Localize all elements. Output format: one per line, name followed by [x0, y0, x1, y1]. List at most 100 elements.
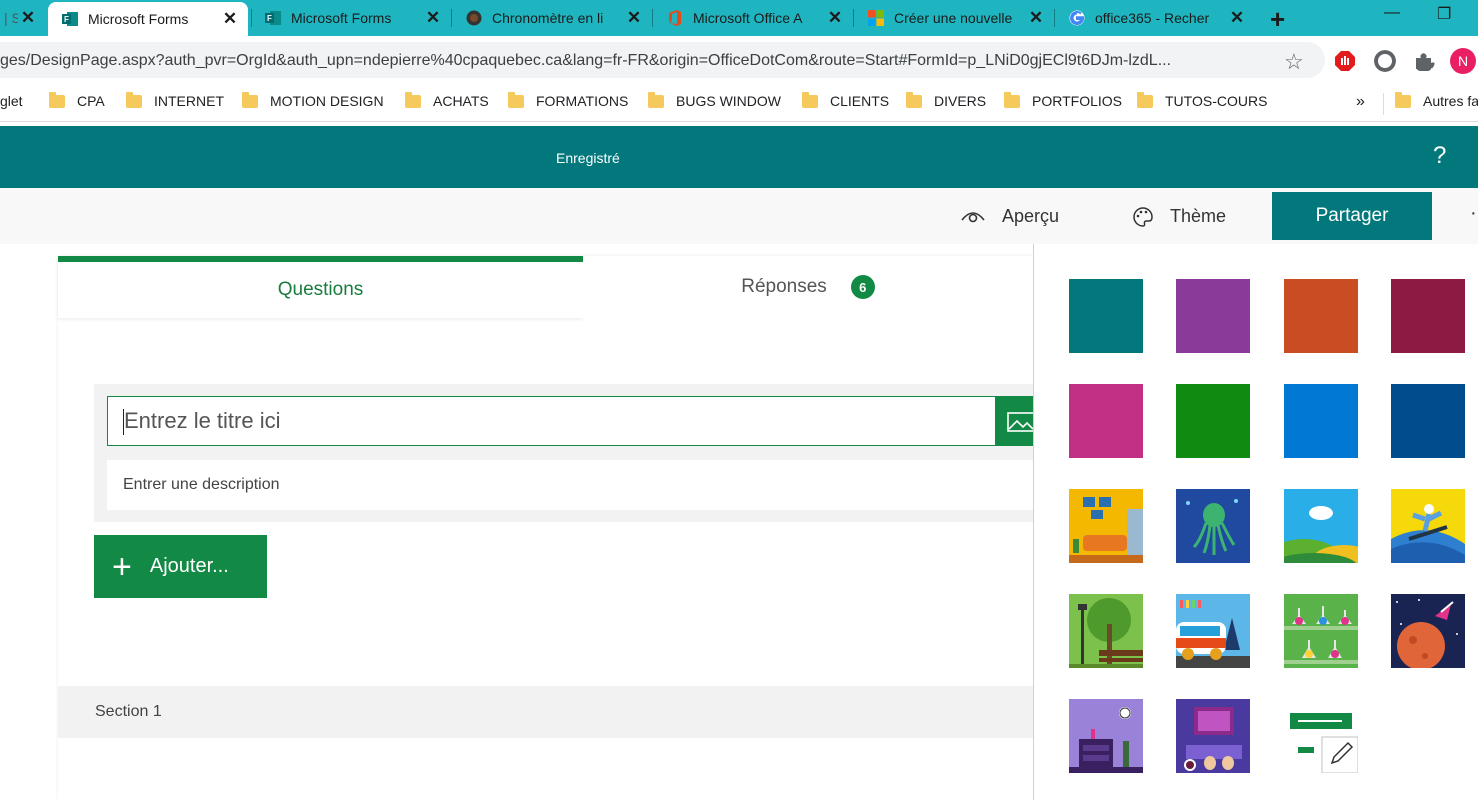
theme-color-swatch[interactable] — [1284, 279, 1358, 353]
browser-tab-office[interactable]: Microsoft Office A ✕ — [653, 0, 853, 36]
close-tab-icon[interactable]: ✕ — [220, 9, 240, 29]
address-bar-row: ges/DesignPage.aspx?auth_pvr=OrgId&auth_… — [0, 36, 1478, 86]
folder-icon — [1395, 91, 1411, 108]
google-icon — [1069, 10, 1085, 26]
bookmark-folder[interactable]: BUGS WINDOW — [648, 91, 781, 109]
svg-text:F: F — [267, 14, 272, 23]
van-theme[interactable] — [1176, 594, 1250, 668]
bookmark-folder[interactable]: INTERNET — [126, 91, 224, 109]
browser-tab-windows[interactable]: Créer une nouvelle ✕ — [854, 0, 1054, 36]
forms-icon: F — [265, 11, 281, 25]
form-title-input[interactable] — [107, 396, 996, 446]
folder-icon — [1004, 91, 1020, 108]
folder-icon — [906, 91, 922, 108]
browser-tab-forms-active[interactable]: F Microsoft Forms ✕ — [48, 2, 248, 36]
close-tab-icon[interactable]: ✕ — [423, 8, 443, 28]
save-status: Enregistré — [556, 150, 620, 166]
other-bookmarks-folder[interactable]: Autres fa — [1395, 91, 1478, 109]
restore-icon[interactable]: ❐ — [1437, 4, 1451, 24]
theme-color-swatch[interactable] — [1069, 279, 1143, 353]
bookmark-folder[interactable]: MOTION DESIGN — [242, 91, 384, 109]
text-caret — [123, 409, 124, 435]
add-question-button[interactable]: + Ajouter... — [94, 535, 267, 598]
close-tab-icon[interactable]: ✕ — [825, 8, 845, 28]
snowboard-theme[interactable] — [1391, 489, 1465, 563]
command-bar: Aperçu Thème Partager · — [0, 188, 1478, 244]
bookmarks-overflow-button[interactable]: » — [1356, 93, 1365, 111]
theme-color-swatch[interactable] — [1391, 279, 1465, 353]
bookmark-folder[interactable]: PORTFOLIOS — [1004, 91, 1122, 109]
office-icon — [669, 10, 681, 26]
theme-color-swatch[interactable] — [1069, 384, 1143, 458]
svg-text:F: F — [64, 15, 69, 24]
folder-icon — [802, 91, 818, 108]
new-tab-button[interactable]: + — [1270, 4, 1285, 35]
theme-color-swatch[interactable] — [1391, 384, 1465, 458]
eye-icon — [961, 211, 985, 222]
tab-responses[interactable]: Réponses 6 — [583, 256, 1033, 318]
bookmarks-bar: glet CPA INTERNET MOTION DESIGN ACHATS F… — [0, 86, 1478, 122]
theme-panel — [1033, 244, 1478, 800]
theme-button[interactable]: Thème — [1132, 206, 1226, 227]
browser-tab-stopwatch[interactable]: Chronomètre en li ✕ — [452, 0, 652, 36]
browser-tab-partial[interactable]: | S ✕ — [0, 0, 46, 36]
responses-count-badge: 6 — [850, 275, 875, 299]
share-button[interactable]: Partager — [1272, 192, 1432, 240]
palette-icon — [1133, 206, 1153, 227]
preview-button[interactable]: Aperçu — [960, 206, 1059, 227]
more-options-icon[interactable]: · — [1470, 202, 1477, 225]
bookmark-folder[interactable]: FORMATIONS — [508, 91, 628, 109]
url-text[interactable]: ges/DesignPage.aspx?auth_pvr=OrgId&auth_… — [0, 52, 1268, 70]
close-tab-icon[interactable]: ✕ — [624, 8, 644, 28]
hills-theme[interactable] — [1284, 489, 1358, 563]
section-header: Section 1 — [58, 686, 1033, 738]
bookmark-folder[interactable]: CLIENTS — [802, 91, 889, 109]
profile-avatar[interactable]: N — [1450, 48, 1476, 74]
adblock-extension-icon[interactable] — [1334, 50, 1356, 72]
tab-questions[interactable]: Questions — [58, 256, 583, 318]
bookmark-folder[interactable]: CPA — [49, 91, 105, 109]
form-description-input[interactable] — [107, 460, 1033, 510]
plus-icon: + — [112, 547, 132, 586]
folder-icon — [508, 91, 524, 108]
folder-icon — [49, 91, 65, 108]
park-theme[interactable] — [1069, 594, 1143, 668]
bookmarks-divider — [1383, 93, 1384, 115]
space-theme[interactable] — [1391, 594, 1465, 668]
bookmark-folder[interactable]: DIVERS — [906, 91, 986, 109]
theme-color-swatch[interactable] — [1176, 384, 1250, 458]
image-icon — [1007, 412, 1033, 432]
theme-color-swatch[interactable] — [1176, 279, 1250, 353]
living-room-theme[interactable] — [1069, 489, 1143, 563]
browser-tab-google[interactable]: office365 - Recher ✕ — [1055, 0, 1255, 36]
close-tab-icon[interactable]: ✕ — [1227, 8, 1247, 28]
bookmark-star-icon[interactable]: ☆ — [1284, 49, 1304, 75]
theme-color-swatch[interactable] — [1284, 384, 1358, 458]
bookmark-folder[interactable]: TUTOS-COURS — [1137, 91, 1267, 109]
windows-icon — [868, 10, 884, 26]
browser-tab-forms[interactable]: F Microsoft Forms ✕ — [251, 0, 451, 36]
lab-theme[interactable] — [1284, 594, 1358, 668]
bookmark-item[interactable]: glet — [0, 93, 23, 109]
minimize-icon[interactable]: — — [1384, 4, 1400, 22]
bookmark-folder[interactable]: ACHATS — [405, 91, 489, 109]
custom-theme-icon[interactable] — [1284, 699, 1358, 773]
forms-header: Enregistré ? — [0, 126, 1478, 188]
help-button[interactable]: ? — [1433, 142, 1446, 170]
stopwatch-icon — [466, 10, 482, 26]
form-tabs: Questions Réponses 6 — [58, 256, 1033, 318]
desk-theme[interactable] — [1069, 699, 1143, 773]
close-tab-icon[interactable]: ✕ — [18, 8, 38, 28]
octopus-theme[interactable] — [1176, 489, 1250, 563]
close-tab-icon[interactable]: ✕ — [1026, 8, 1046, 28]
typing-theme[interactable] — [1176, 699, 1250, 773]
folder-icon — [648, 91, 664, 108]
folder-icon — [405, 91, 421, 108]
forms-icon: F — [62, 12, 78, 26]
folder-icon — [1137, 91, 1153, 108]
browser-tab-strip: | S ✕ F Microsoft Forms ✕ F Microsoft Fo… — [0, 0, 1478, 36]
folder-icon — [242, 91, 258, 108]
extension-circle-icon[interactable] — [1374, 50, 1396, 72]
insert-image-button[interactable] — [996, 396, 1033, 446]
extensions-puzzle-icon[interactable] — [1413, 50, 1435, 72]
